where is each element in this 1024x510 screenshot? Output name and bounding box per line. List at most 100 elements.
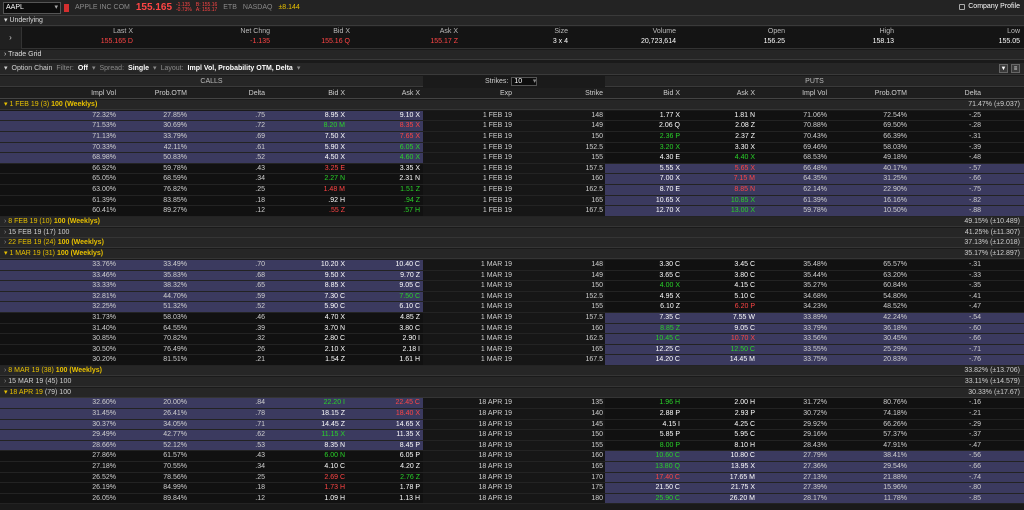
cell-put-bid[interactable]: 7.00 X (625, 174, 680, 185)
cell-put-ask[interactable]: 26.20 M (700, 494, 755, 505)
cell-call-ask[interactable]: 2.18 I (365, 345, 420, 356)
cell-put-bid[interactable]: 3.20 X (625, 143, 680, 154)
cell-put-bid[interactable]: 3.30 C (625, 260, 680, 271)
cell-call-ask[interactable]: 3.80 C (365, 324, 420, 335)
table-row[interactable]: 33.46% 35.83% .68 9.50 X 9.70 Z 1 MAR 19 149 3.… (0, 270, 1024, 282)
cell-put-bid[interactable]: 1.96 H (625, 398, 680, 409)
symbol-input[interactable]: AAPL ▾ (3, 1, 61, 14)
cell-put-bid[interactable]: 3.65 C (625, 271, 680, 282)
cell-put-ask[interactable]: 17.65 M (700, 473, 755, 484)
table-row[interactable]: 28.66% 52.12% .53 8.35 N 8.45 P 18 APR 19 155 8… (0, 440, 1024, 452)
table-row[interactable]: 33.33% 38.32% .65 8.85 X 9.05 C 1 MAR 19 150 4.… (0, 281, 1024, 292)
table-row[interactable]: 26.52% 78.56% .25 2.69 C 2.76 Z 18 APR 19 170 1… (0, 472, 1024, 484)
col-call-delta[interactable]: Delta (210, 88, 265, 99)
cell-put-bid[interactable]: 4.00 X (625, 281, 680, 292)
cell-call-ask[interactable]: 8.45 P (365, 441, 420, 452)
table-row[interactable]: 60.41% 89.27% .12 .55 Z .57 H 1 FEB 19 167.5 12… (0, 206, 1024, 217)
table-row[interactable]: 65.05% 68.59% .34 2.27 N 2.31 N 1 FEB 19 160 7.… (0, 174, 1024, 185)
chevron-down-icon[interactable]: ▾ (92, 63, 96, 74)
cell-put-bid[interactable]: 1.77 X (625, 111, 680, 122)
cell-call-bid[interactable]: 2.69 C (290, 473, 345, 484)
cell-put-bid[interactable]: 8.70 E (625, 185, 680, 196)
cell-put-ask[interactable]: 10.80 C (700, 451, 755, 462)
cell-call-bid[interactable]: .92 H (290, 196, 345, 207)
cell-call-bid[interactable]: 4.50 X (290, 153, 345, 164)
cell-put-bid[interactable]: 25.90 C (625, 494, 680, 505)
cell-put-bid[interactable]: 7.35 C (625, 313, 680, 324)
cell-put-bid[interactable]: 6.10 Z (625, 302, 680, 313)
cell-put-bid[interactable]: 8.85 Z (625, 324, 680, 335)
table-row[interactable]: 32.81% 44.70% .59 7.30 C 7.50 C 1 MAR 19 152.5… (0, 291, 1024, 303)
cell-put-bid[interactable]: 4.95 X (625, 292, 680, 303)
table-row[interactable]: 30.50% 76.49% .26 2.10 X 2.18 I 1 MAR 19 165 12… (0, 344, 1024, 356)
cell-put-ask[interactable]: 21.75 X (700, 483, 755, 494)
col-exp[interactable]: Exp (455, 88, 512, 99)
cell-call-bid[interactable]: 9.50 X (290, 271, 345, 282)
flag-icon[interactable] (64, 3, 69, 12)
cell-call-bid[interactable]: 4.10 C (290, 462, 345, 473)
cell-put-bid[interactable]: 2.06 Q (625, 121, 680, 132)
cell-call-ask[interactable]: 6.05 X (365, 143, 420, 154)
cell-call-ask[interactable]: 1.61 H (365, 355, 420, 366)
cell-call-ask[interactable]: 11.35 X (365, 430, 420, 441)
cell-put-bid[interactable]: 4.15 I (625, 420, 680, 431)
cell-call-bid[interactable]: .55 Z (290, 206, 345, 217)
cell-put-bid[interactable]: 5.55 X (625, 164, 680, 175)
cell-put-ask[interactable]: 2.37 Z (700, 132, 755, 143)
cell-call-ask[interactable]: .94 Z (365, 196, 420, 207)
cell-call-bid[interactable]: 8.95 X (290, 111, 345, 122)
table-row[interactable]: 31.73% 58.03% .46 4.70 X 4.85 Z 1 MAR 19 157.5… (0, 313, 1024, 324)
table-row[interactable]: 63.00% 76.82% .25 1.48 M 1.51 Z 1 FEB 19 162.5… (0, 185, 1024, 196)
cell-call-bid[interactable]: 22.20 I (290, 398, 345, 409)
strikes-select[interactable]: 10 ▾ (511, 77, 538, 86)
col-call-bid[interactable]: Bid X (290, 88, 345, 99)
cell-put-ask[interactable]: 7.55 W (700, 313, 755, 324)
expiration-group[interactable]: ▾ 1 FEB 19 (3) 100 (Weeklys) 71.47% (±9.0… (0, 100, 1024, 110)
table-row[interactable]: 26.19% 84.99% .18 1.73 H 1.78 P 18 APR 19 175 2… (0, 483, 1024, 494)
table-row[interactable]: 68.98% 50.83% .52 4.50 X 4.60 X 1 FEB 19 155 4.… (0, 153, 1024, 164)
cell-call-bid[interactable]: 1.48 M (290, 185, 345, 196)
col-call-ask[interactable]: Ask X (365, 88, 420, 99)
table-row[interactable]: 31.40% 64.55% .39 3.70 N 3.80 C 1 MAR 19 160 8.… (0, 323, 1024, 335)
table-row[interactable]: 33.76% 33.49% .70 10.20 X 10.40 C 1 MAR 19 148… (0, 260, 1024, 271)
col-put-ask[interactable]: Ask X (700, 88, 755, 99)
cell-put-ask[interactable]: 13.95 X (700, 462, 755, 473)
cell-put-ask[interactable]: 8.85 N (700, 185, 755, 196)
cell-call-ask[interactable]: 22.45 C (365, 398, 420, 409)
cell-call-ask[interactable]: 9.70 Z (365, 271, 420, 282)
cell-call-bid[interactable]: 2.10 X (290, 345, 345, 356)
table-row[interactable]: 30.20% 81.51% .21 1.54 Z 1.61 H 1 MAR 19 167.5… (0, 355, 1024, 366)
col-put-bid[interactable]: Bid X (625, 88, 680, 99)
cell-call-ask[interactable]: 14.65 X (365, 420, 420, 431)
cell-put-ask[interactable]: 7.15 M (700, 174, 755, 185)
spread-value[interactable]: Single (128, 63, 149, 74)
cell-call-bid[interactable]: 2.80 C (290, 334, 345, 345)
cell-put-ask[interactable]: 5.65 X (700, 164, 755, 175)
cell-call-ask[interactable]: 3.35 X (365, 164, 420, 175)
expiration-group[interactable]: › 8 FEB 19 (10) 100 (Weeklys) 49.15% (±10… (0, 216, 1024, 227)
cell-call-bid[interactable]: 7.50 X (290, 132, 345, 143)
cell-put-ask[interactable]: 2.00 H (700, 398, 755, 409)
cell-put-bid[interactable]: 14.20 C (625, 355, 680, 366)
underlying-header[interactable]: ▾ Underlying (0, 16, 1024, 26)
chevron-right-icon[interactable]: › (0, 27, 22, 49)
filter-value[interactable]: Off (78, 63, 88, 74)
cell-call-bid[interactable]: 8.35 N (290, 441, 345, 452)
cell-call-bid[interactable]: 4.70 X (290, 313, 345, 324)
cell-put-ask[interactable]: 1.81 N (700, 111, 755, 122)
cell-put-ask[interactable]: 3.45 C (700, 260, 755, 271)
cell-put-bid[interactable]: 10.65 X (625, 196, 680, 207)
cell-put-ask[interactable]: 13.00 X (700, 206, 755, 217)
cell-put-ask[interactable]: 4.40 X (700, 153, 755, 164)
table-row[interactable]: 27.86% 61.57% .43 6.00 N 6.05 P 18 APR 19 160 1… (0, 451, 1024, 462)
cell-put-bid[interactable]: 21.50 C (625, 483, 680, 494)
cell-put-ask[interactable]: 5.95 C (700, 430, 755, 441)
col-call-prob[interactable]: Prob.OTM (125, 88, 187, 99)
cell-put-ask[interactable]: 6.20 P (700, 302, 755, 313)
cell-call-bid[interactable]: 2.27 N (290, 174, 345, 185)
chevron-down-icon[interactable]: ▾ (297, 63, 301, 74)
cell-put-bid[interactable]: 10.60 C (625, 451, 680, 462)
cell-call-bid[interactable]: 3.70 N (290, 324, 345, 335)
col-put-prob[interactable]: Prob.OTM (850, 88, 907, 99)
cell-call-bid[interactable]: 18.15 Z (290, 409, 345, 420)
